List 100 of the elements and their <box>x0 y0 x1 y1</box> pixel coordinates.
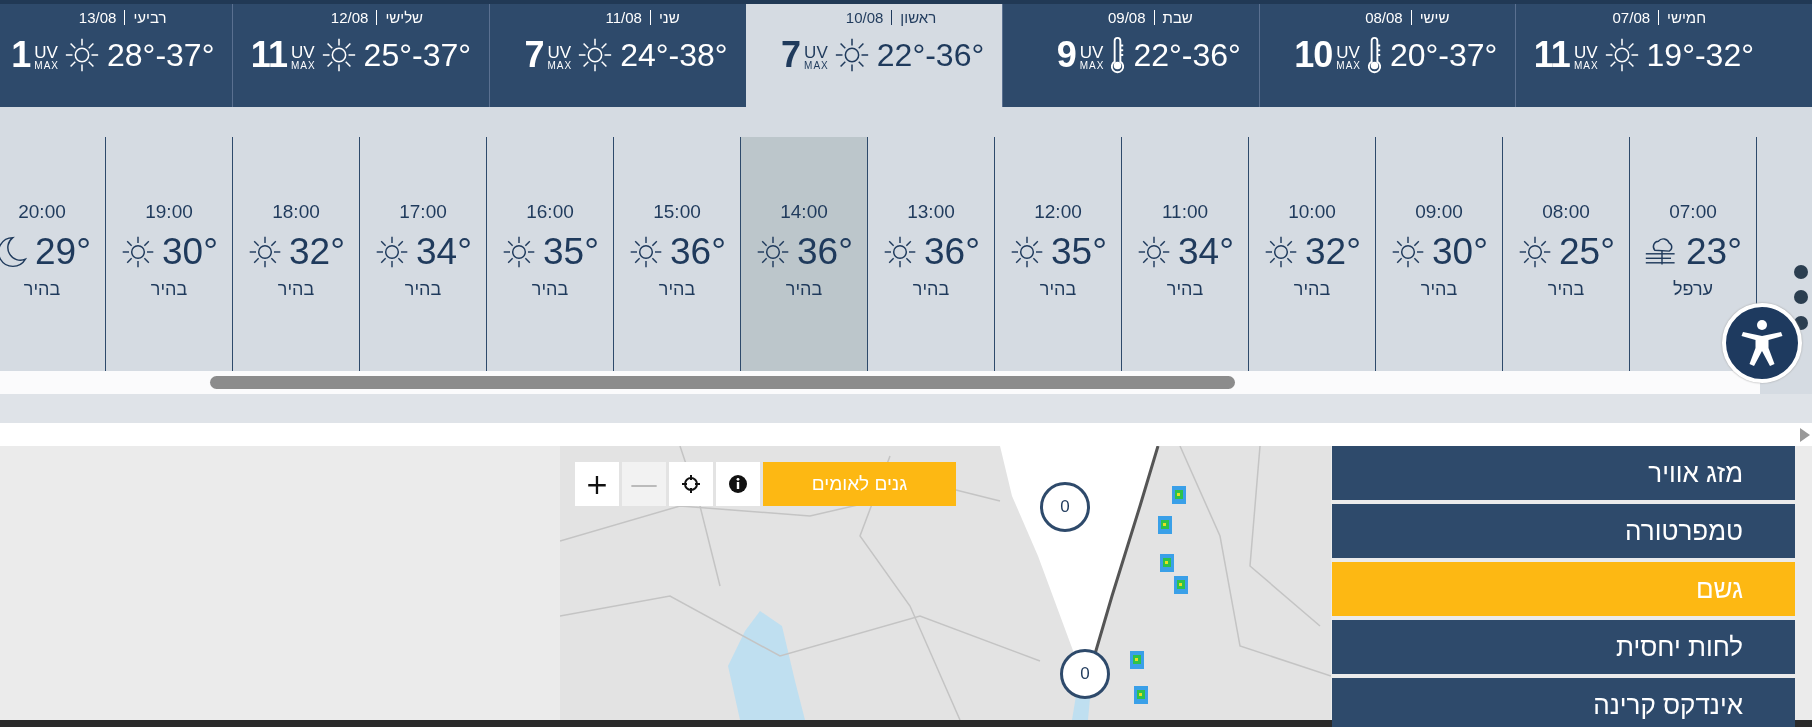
day-name: רביעי <box>133 8 167 26</box>
hour-temperature: 34° <box>416 231 472 273</box>
hour-temperature: 32° <box>1305 231 1361 273</box>
sun-icon <box>374 234 410 270</box>
hour-temperature: 25° <box>1559 231 1615 273</box>
menu-item[interactable]: לחות יחסית <box>1332 620 1795 674</box>
day-date: 10/08 <box>845 9 893 25</box>
hour-time: 12:00 <box>1034 201 1082 223</box>
uv-max-label: MAX <box>1573 60 1599 71</box>
hour-time: 11:00 <box>1161 201 1209 223</box>
uv-index: 9 <box>1056 34 1076 76</box>
hour-condition: בהיר <box>912 279 950 300</box>
hour-temperature: 32° <box>289 231 345 273</box>
hour-condition: בהיר <box>1547 279 1585 300</box>
moon-icon <box>0 234 29 270</box>
day-date: 09/08 <box>1107 9 1155 25</box>
hour-condition: בהיר <box>785 279 823 300</box>
temperature-range: 19°-32° <box>1646 36 1754 74</box>
locate-button[interactable] <box>669 462 713 506</box>
uv-label: UV <box>1079 43 1105 61</box>
menu-item[interactable]: טמפרטורה <box>1332 504 1795 558</box>
hour-condition: בהיר <box>1293 279 1331 300</box>
hour-time: 19:00 <box>145 201 193 223</box>
hour-temperature: 30° <box>1432 231 1488 273</box>
locate-icon <box>681 474 701 494</box>
hour-condition: בהיר <box>23 279 61 300</box>
hour-temperature: 36° <box>797 231 853 273</box>
hour-condition: בהיר <box>277 279 315 300</box>
uv-index: 10 <box>1294 34 1333 76</box>
sun-icon <box>755 234 791 270</box>
hour-time: 07:00 <box>1669 201 1717 223</box>
sun-icon <box>247 234 283 270</box>
hour-condition: בהיר <box>404 279 442 300</box>
sun-icon <box>1517 234 1553 270</box>
hour-temperature: 23° <box>1686 231 1742 273</box>
menu-item[interactable]: מזג אוויר <box>1332 446 1795 500</box>
scrollbar-thumb[interactable] <box>210 376 1235 389</box>
temperature-range: 24°-38° <box>620 36 728 74</box>
day-date: 11/08 <box>605 9 651 25</box>
sun-icon <box>1263 234 1299 270</box>
sun-icon <box>1009 234 1045 270</box>
temperature-range: 22°-36° <box>1133 36 1241 74</box>
uv-index: 11 <box>250 34 287 76</box>
uv-max-label: MAX <box>34 60 59 71</box>
uv-index: 1 <box>11 34 31 76</box>
hour-temperature: 36° <box>924 231 980 273</box>
day-date: 07/08 <box>1612 9 1660 25</box>
sun-icon <box>1390 234 1426 270</box>
accessibility-icon <box>1740 319 1784 367</box>
uv-max-label: MAX <box>804 60 829 71</box>
hour-time: 10:00 <box>1288 201 1336 223</box>
uv-max-label: MAX <box>1336 60 1361 71</box>
uv-max-label: MAX <box>1079 60 1105 71</box>
uv-max-label: MAX <box>290 60 316 71</box>
hour-condition: בהיר <box>658 279 696 300</box>
temperature-range: 20°-37° <box>1389 36 1498 74</box>
hour-temperature: 29° <box>35 231 91 273</box>
temperature-range: 28°-37° <box>107 36 215 74</box>
uv-label: UV <box>34 43 59 61</box>
sun-icon <box>63 36 101 74</box>
day-name: שבת <box>1162 8 1193 26</box>
uv-label: UV <box>804 43 829 61</box>
hour-time: 17:00 <box>399 201 447 223</box>
hour-time: 09:00 <box>1415 201 1463 223</box>
sun-icon <box>501 234 537 270</box>
arrow-icon[interactable] <box>1800 428 1810 442</box>
hour-time: 16:00 <box>526 201 574 223</box>
day-name: ראשון <box>900 8 937 26</box>
temperature-range: 25°-37° <box>363 36 472 74</box>
hour-temperature: 36° <box>670 231 726 273</box>
hour-time: 18:00 <box>272 201 320 223</box>
hour-condition: ערפל <box>1672 279 1714 300</box>
uv-index: 7 <box>781 34 801 76</box>
sun-icon <box>882 234 918 270</box>
hour-temperature: 35° <box>1051 231 1107 273</box>
day-date: 13/08 <box>78 9 126 25</box>
info-icon <box>728 474 748 494</box>
hour-time: 13:00 <box>907 201 955 223</box>
day-date: 12/08 <box>330 9 378 25</box>
menu-item[interactable]: אינדקס קרינה <box>1332 678 1795 727</box>
hour-condition: בהיר <box>150 279 188 300</box>
zoom-button[interactable]: + <box>575 462 619 506</box>
uv-index: 7 <box>524 34 544 76</box>
day-name: שלישי <box>385 8 424 26</box>
hour-condition: בהיר <box>1166 279 1204 300</box>
hour-temperature: 34° <box>1178 231 1234 273</box>
sun-icon <box>1136 234 1172 270</box>
day-name: שני <box>658 8 680 26</box>
hour-time: 08:00 <box>1542 201 1590 223</box>
hour-condition: בהיר <box>1420 279 1458 300</box>
sun-icon <box>628 234 664 270</box>
hour-time: 20:00 <box>18 201 66 223</box>
hour-temperature: 30° <box>162 231 218 273</box>
sun-icon <box>120 234 156 270</box>
uv-max-label: MAX <box>547 60 573 71</box>
day-name: שישי <box>1419 8 1450 26</box>
day-date: 08/08 <box>1365 9 1412 25</box>
info-button[interactable] <box>716 462 760 506</box>
hour-condition: בהיר <box>531 279 569 300</box>
hour-condition: בהיר <box>1039 279 1077 300</box>
